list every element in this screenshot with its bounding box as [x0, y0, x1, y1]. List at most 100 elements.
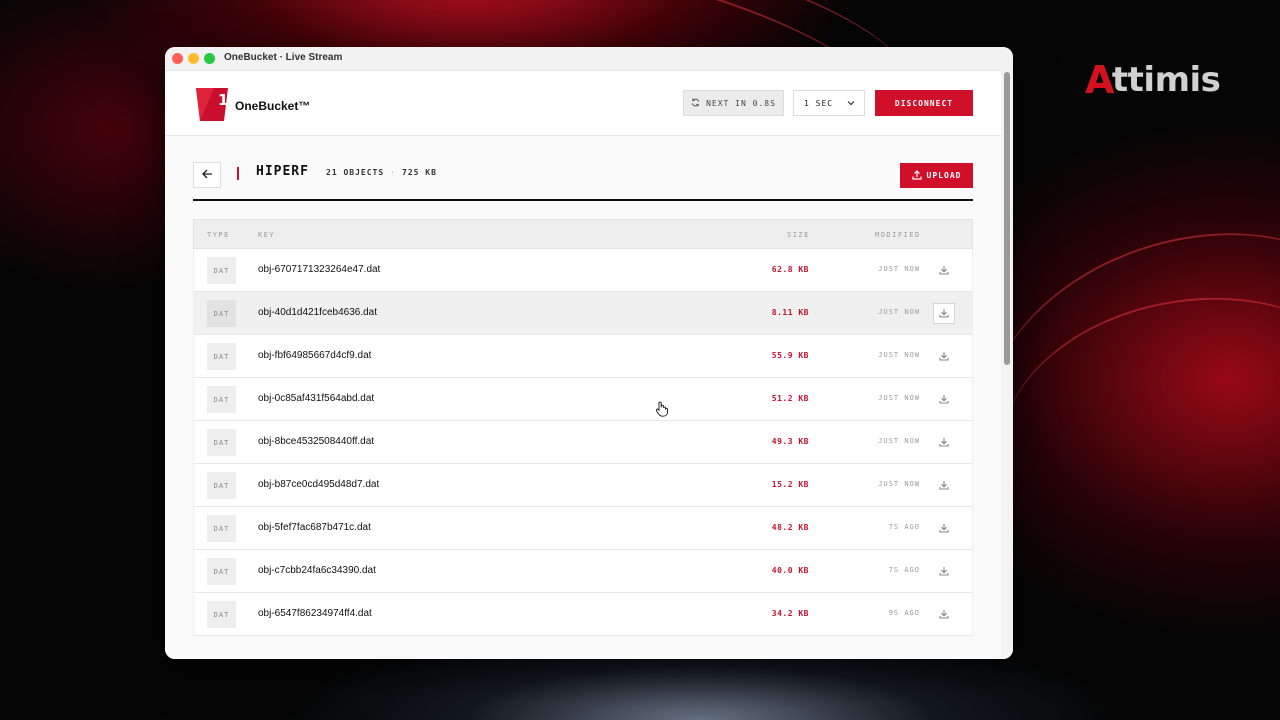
object-key[interactable]: obj-fbf64985667d4cf9.dat	[258, 350, 371, 361]
bucket-size: 725 KB	[402, 168, 437, 177]
object-modified: 7S AGO	[888, 523, 920, 531]
onebucket-logo-icon: 1	[194, 85, 230, 123]
object-count: 21 OBJECTS	[326, 168, 385, 177]
upload-icon	[911, 169, 922, 182]
download-icon	[939, 606, 949, 624]
table-row[interactable]: DAT obj-5fef7fac687b471c.dat 48.2 KB 7S AGO	[193, 507, 973, 550]
download-icon	[939, 434, 949, 452]
object-size: 40.0 KB	[771, 566, 809, 575]
bg-streak	[980, 268, 1280, 594]
window-title: OneBucket · Live Stream	[224, 52, 343, 63]
object-key[interactable]: obj-b87ce0cd495d48d7.dat	[258, 479, 379, 490]
app-window: OneBucket · Live Stream 1 OneBucket™ NEX…	[165, 47, 1013, 659]
hand-cursor-icon	[655, 401, 669, 422]
zoom-window-button[interactable]	[204, 53, 215, 64]
download-button[interactable]	[933, 561, 955, 582]
window-scrollbar[interactable]	[1001, 70, 1013, 659]
object-key[interactable]: obj-5fef7fac687b471c.dat	[258, 522, 371, 533]
download-button[interactable]	[933, 475, 955, 496]
column-header-type[interactable]: TYPE	[207, 231, 230, 239]
refresh-interval-select[interactable]: 1 SEC	[793, 90, 865, 116]
table-header: TYPE KEY SIZE MODIFIED	[193, 219, 973, 249]
download-icon	[939, 563, 949, 581]
object-modified: JUST NOW	[878, 394, 920, 402]
file-type-badge: DAT	[207, 558, 236, 585]
download-icon	[939, 348, 949, 366]
object-key[interactable]: obj-40d1d421fceb4636.dat	[258, 307, 377, 318]
table-row[interactable]: DAT obj-6547f86234974ff4.dat 34.2 KB 9S AGO	[193, 593, 973, 636]
object-size: 15.2 KB	[771, 480, 809, 489]
minimize-window-button[interactable]	[188, 53, 199, 64]
download-icon	[939, 520, 949, 538]
download-button[interactable]	[933, 432, 955, 453]
download-button[interactable]	[933, 260, 955, 281]
upload-label: UPLOAD	[926, 171, 962, 180]
object-size: 8.11 KB	[771, 308, 809, 317]
download-button[interactable]	[933, 518, 955, 539]
column-header-key[interactable]: KEY	[258, 231, 275, 239]
object-size: 34.2 KB	[771, 609, 809, 618]
file-type-badge: DAT	[207, 257, 236, 284]
download-icon	[939, 477, 949, 495]
attimis-logo: Attimis	[1085, 58, 1221, 102]
file-type-badge: DAT	[207, 300, 236, 327]
object-size: 51.2 KB	[771, 394, 809, 403]
bucket-stats: 21 OBJECTS · 725 KB	[326, 168, 437, 177]
title-bar: OneBucket · Live Stream	[165, 47, 1013, 71]
back-button[interactable]	[193, 162, 221, 188]
file-type-badge: DAT	[207, 515, 236, 542]
download-icon	[939, 391, 949, 409]
app-name: OneBucket™	[235, 99, 311, 113]
table-row[interactable]: DAT obj-0c85af431f564abd.dat 51.2 KB JUST N…	[193, 378, 973, 421]
header-divider	[193, 199, 973, 201]
object-size: 62.8 KB	[771, 265, 809, 274]
table-row[interactable]: DAT obj-6707171323264e47.dat 62.8 KB JUST N…	[193, 249, 973, 292]
refresh-icon	[691, 98, 700, 109]
app-header: 1 OneBucket™ NEXT IN 0.8S 1 SEC DISCONNE…	[165, 71, 1013, 136]
bucket-view: HIPERF 21 OBJECTS · 725 KB UPLOAD TYPE KEY…	[165, 136, 1013, 659]
object-modified: JUST NOW	[878, 480, 920, 488]
object-key[interactable]: obj-6707171323264e47.dat	[258, 264, 380, 275]
table-body: DAT obj-6707171323264e47.dat 62.8 KB JUST N…	[193, 249, 973, 636]
scrollbar-thumb[interactable]	[1004, 72, 1010, 365]
table-row[interactable]: DAT obj-b87ce0cd495d48d7.dat 15.2 KB JUST N…	[193, 464, 973, 507]
interval-value: 1 SEC	[804, 98, 834, 108]
download-icon	[939, 262, 949, 280]
objects-table: TYPE KEY SIZE MODIFIED DAT obj-6707171323…	[193, 219, 973, 636]
file-type-badge: DAT	[207, 386, 236, 413]
download-icon	[939, 305, 949, 323]
object-modified: 7S AGO	[888, 566, 920, 574]
title-accent-bar	[237, 167, 239, 180]
arrow-left-icon	[201, 166, 213, 184]
file-type-badge: DAT	[207, 472, 236, 499]
object-key[interactable]: obj-0c85af431f564abd.dat	[258, 393, 374, 404]
file-type-badge: DAT	[207, 429, 236, 456]
object-modified: JUST NOW	[878, 351, 920, 359]
table-row[interactable]: DAT obj-fbf64985667d4cf9.dat 55.9 KB JUST N…	[193, 335, 973, 378]
object-modified: JUST NOW	[878, 437, 920, 445]
column-header-size[interactable]: SIZE	[787, 231, 810, 239]
object-modified: 9S AGO	[888, 609, 920, 617]
table-row[interactable]: DAT obj-40d1d421fceb4636.dat 8.11 KB JUST N…	[193, 292, 973, 335]
table-row[interactable]: DAT obj-8bce4532508440ff.dat 49.3 KB JUST N…	[193, 421, 973, 464]
download-button[interactable]	[933, 604, 955, 625]
upload-button[interactable]: UPLOAD	[900, 163, 973, 188]
download-button[interactable]	[933, 389, 955, 410]
download-button[interactable]	[933, 303, 955, 324]
column-header-modified[interactable]: MODIFIED	[875, 231, 921, 239]
file-type-badge: DAT	[207, 343, 236, 370]
chevron-down-icon	[847, 99, 855, 108]
table-row[interactable]: DAT obj-c7cbb24fa6c34390.dat 40.0 KB 7S AGO	[193, 550, 973, 593]
file-type-badge: DAT	[207, 601, 236, 628]
disconnect-button[interactable]: DISCONNECT	[875, 90, 973, 116]
object-key[interactable]: obj-6547f86234974ff4.dat	[258, 608, 372, 619]
object-key[interactable]: obj-c7cbb24fa6c34390.dat	[258, 565, 376, 576]
close-window-button[interactable]	[172, 53, 183, 64]
refresh-next-button[interactable]: NEXT IN 0.8S	[683, 90, 784, 116]
svg-text:1: 1	[218, 91, 228, 109]
object-modified: JUST NOW	[878, 308, 920, 316]
object-modified: JUST NOW	[878, 265, 920, 273]
download-button[interactable]	[933, 346, 955, 367]
bucket-name: HIPERF	[256, 164, 309, 179]
object-key[interactable]: obj-8bce4532508440ff.dat	[258, 436, 374, 447]
